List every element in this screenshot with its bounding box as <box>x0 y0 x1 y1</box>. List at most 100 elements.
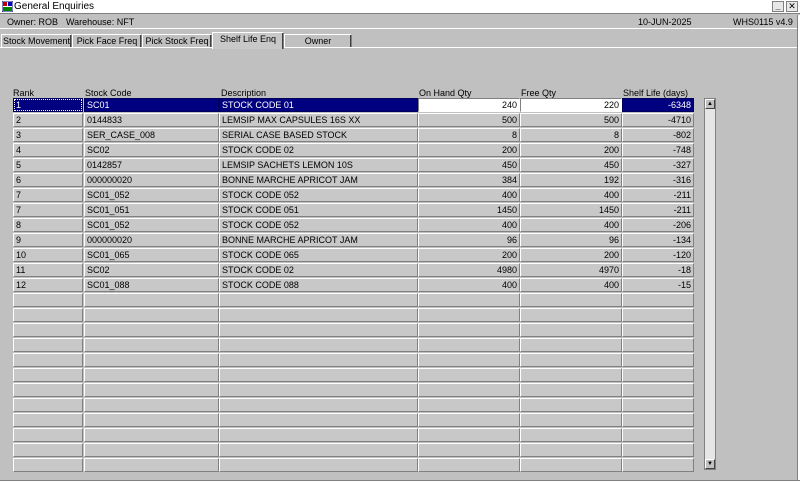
cell-free-qty[interactable] <box>520 383 622 397</box>
cell-rank[interactable]: 1 <box>13 98 83 112</box>
cell-stock-code[interactable]: 000000020 <box>84 173 219 187</box>
empty-table-row[interactable] <box>0 428 700 443</box>
cell-rank[interactable]: 4 <box>13 143 83 157</box>
cell-shelf-life[interactable] <box>622 398 694 412</box>
cell-shelf-life[interactable]: -18 <box>622 263 694 277</box>
cell-stock-code[interactable] <box>84 413 219 427</box>
cell-shelf-life[interactable]: -748 <box>622 143 694 157</box>
cell-on-hand-qty[interactable]: 200 <box>418 248 520 262</box>
cell-shelf-life[interactable]: -206 <box>622 218 694 232</box>
cell-shelf-life[interactable]: -134 <box>622 233 694 247</box>
cell-rank[interactable] <box>13 398 83 412</box>
table-row[interactable]: 12 SC01_088 STOCK CODE 088 400 400 -15 <box>0 278 700 293</box>
table-row[interactable]: 7 SC01_052 STOCK CODE 052 400 400 -211 <box>0 188 700 203</box>
cell-free-qty[interactable] <box>520 443 622 457</box>
cell-free-qty[interactable] <box>520 293 622 307</box>
cell-on-hand-qty[interactable]: 1450 <box>418 203 520 217</box>
cell-stock-code[interactable] <box>84 458 219 472</box>
cell-free-qty[interactable]: 400 <box>520 188 622 202</box>
cell-description[interactable] <box>219 323 418 337</box>
table-row[interactable]: 9 000000020 BONNE MARCHE APRICOT JAM 96 96 -1… <box>0 233 700 248</box>
table-row[interactable]: 7 SC01_051 STOCK CODE 051 1450 1450 -211 <box>0 203 700 218</box>
cell-description[interactable]: LEMSIP SACHETS LEMON 10S <box>219 158 418 172</box>
cell-rank[interactable]: 9 <box>13 233 83 247</box>
cell-shelf-life[interactable]: -327 <box>622 158 694 172</box>
cell-on-hand-qty[interactable]: 450 <box>418 158 520 172</box>
cell-on-hand-qty[interactable]: 96 <box>418 233 520 247</box>
cell-on-hand-qty[interactable] <box>418 458 520 472</box>
cell-rank[interactable]: 8 <box>13 218 83 232</box>
tab-owner[interactable]: Owner <box>284 34 352 48</box>
table-row[interactable]: 2 0144833 LEMSIP MAX CAPSULES 16S XX 500 500… <box>0 113 700 128</box>
cell-description[interactable] <box>219 443 418 457</box>
cell-free-qty[interactable] <box>520 323 622 337</box>
cell-free-qty[interactable] <box>520 353 622 367</box>
cell-shelf-life[interactable]: -316 <box>622 173 694 187</box>
cell-on-hand-qty[interactable] <box>418 338 520 352</box>
cell-rank[interactable]: 7 <box>13 188 83 202</box>
cell-stock-code[interactable]: SER_CASE_008 <box>84 128 219 142</box>
cell-rank[interactable] <box>13 338 83 352</box>
cell-shelf-life[interactable]: -15 <box>622 278 694 292</box>
cell-stock-code[interactable]: SC01_052 <box>84 188 219 202</box>
tab-pick-face-freq[interactable]: Pick Face Freq <box>72 34 142 48</box>
cell-rank[interactable] <box>13 308 83 322</box>
cell-on-hand-qty[interactable] <box>418 428 520 442</box>
cell-description[interactable] <box>219 458 418 472</box>
cell-free-qty[interactable] <box>520 338 622 352</box>
cell-shelf-life[interactable] <box>622 383 694 397</box>
cell-stock-code[interactable] <box>84 293 219 307</box>
cell-rank[interactable] <box>13 428 83 442</box>
cell-free-qty[interactable]: 400 <box>520 278 622 292</box>
cell-shelf-life[interactable] <box>622 338 694 352</box>
table-row[interactable]: 5 0142857 LEMSIP SACHETS LEMON 10S 450 450 -3… <box>0 158 700 173</box>
cell-on-hand-qty[interactable]: 200 <box>418 143 520 157</box>
cell-free-qty[interactable]: 200 <box>520 248 622 262</box>
tab-pick-stock-freq[interactable]: Pick Stock Freq <box>142 34 212 48</box>
cell-stock-code[interactable] <box>84 323 219 337</box>
cell-rank[interactable]: 6 <box>13 173 83 187</box>
cell-free-qty[interactable]: 192 <box>520 173 622 187</box>
cell-stock-code[interactable]: SC01_052 <box>84 218 219 232</box>
cell-rank[interactable] <box>13 353 83 367</box>
empty-table-row[interactable] <box>0 293 700 308</box>
cell-description[interactable] <box>219 353 418 367</box>
cell-on-hand-qty[interactable] <box>418 368 520 382</box>
empty-table-row[interactable] <box>0 443 700 458</box>
cell-stock-code[interactable]: SC01 <box>84 98 219 112</box>
cell-free-qty[interactable]: 96 <box>520 233 622 247</box>
cell-description[interactable] <box>219 413 418 427</box>
cell-description[interactable]: STOCK CODE 052 <box>219 218 418 232</box>
cell-free-qty[interactable] <box>520 398 622 412</box>
cell-on-hand-qty[interactable]: 8 <box>418 128 520 142</box>
cell-description[interactable]: BONNE MARCHE APRICOT JAM <box>219 173 418 187</box>
cell-description[interactable]: LEMSIP MAX CAPSULES 16S XX <box>219 113 418 127</box>
cell-stock-code[interactable]: SC01_088 <box>84 278 219 292</box>
empty-table-row[interactable] <box>0 383 700 398</box>
empty-table-row[interactable] <box>0 338 700 353</box>
table-row[interactable]: 6 000000020 BONNE MARCHE APRICOT JAM 384 192… <box>0 173 700 188</box>
cell-description[interactable]: SERIAL CASE BASED STOCK <box>219 128 418 142</box>
cell-free-qty[interactable]: 220 <box>520 98 622 112</box>
cell-rank[interactable] <box>13 293 83 307</box>
cell-on-hand-qty[interactable]: 400 <box>418 278 520 292</box>
cell-stock-code[interactable] <box>84 338 219 352</box>
empty-table-row[interactable] <box>0 353 700 368</box>
cell-on-hand-qty[interactable]: 384 <box>418 173 520 187</box>
cell-rank[interactable]: 2 <box>13 113 83 127</box>
cell-description[interactable]: STOCK CODE 065 <box>219 248 418 262</box>
cell-shelf-life[interactable]: -802 <box>622 128 694 142</box>
cell-on-hand-qty[interactable] <box>418 413 520 427</box>
cell-shelf-life[interactable] <box>622 293 694 307</box>
cell-description[interactable] <box>219 368 418 382</box>
cell-free-qty[interactable]: 500 <box>520 113 622 127</box>
cell-stock-code[interactable] <box>84 383 219 397</box>
cell-rank[interactable]: 7 <box>13 203 83 217</box>
cell-description[interactable]: STOCK CODE 02 <box>219 263 418 277</box>
cell-stock-code[interactable]: SC01_065 <box>84 248 219 262</box>
cell-description[interactable] <box>219 308 418 322</box>
cell-rank[interactable] <box>13 368 83 382</box>
cell-description[interactable]: STOCK CODE 01 <box>219 98 418 112</box>
cell-on-hand-qty[interactable]: 4980 <box>418 263 520 277</box>
cell-on-hand-qty[interactable]: 240 <box>418 98 520 112</box>
